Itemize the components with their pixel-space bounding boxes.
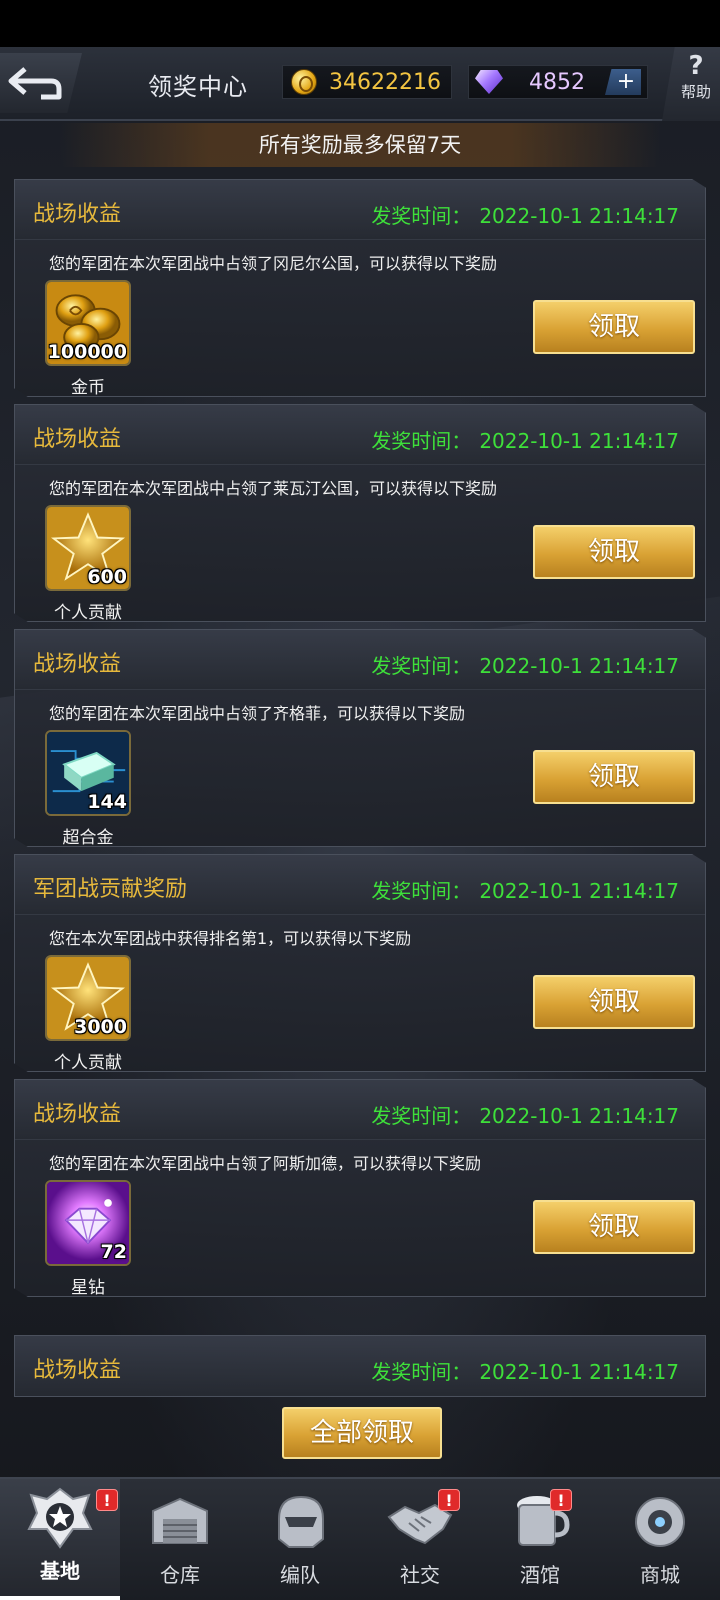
- nav-label: 编队: [280, 1563, 320, 1587]
- claim-button[interactable]: 领取: [533, 525, 695, 579]
- retention-notice: 所有奖励最多保留7天: [60, 123, 660, 167]
- reward-header: 战场收益 发奖时间： 2022-10-1 21:14:17: [15, 1080, 705, 1140]
- reward-item[interactable]: 3000: [45, 955, 131, 1041]
- time-label: 发奖时间：: [371, 879, 472, 903]
- time-value: 2022-10-1 21:14:17: [479, 429, 679, 453]
- question-icon: ?: [688, 51, 704, 81]
- reward-card: 战场收益 发奖时间： 2022-10-1 21:14:17 您的军团在本次军团战中占领…: [14, 404, 706, 622]
- base-emblem-icon: [27, 1487, 93, 1549]
- reward-time: 发奖时间： 2022-10-1 21:14:17: [371, 425, 679, 454]
- reward-item[interactable]: 72: [45, 1180, 131, 1266]
- reward-time: 发奖时间： 2022-10-1 21:14:17: [371, 650, 679, 679]
- reward-item[interactable]: 600: [45, 505, 131, 591]
- nav-label: 社交: [400, 1563, 440, 1587]
- reward-description: 您的军团在本次军团战中占领了齐格菲，可以获得以下奖励: [49, 704, 466, 723]
- help-label: 帮助: [680, 83, 711, 101]
- bottom-nav: ! 基地 仓库 编队 ! 社交 ! 酒馆 商城: [0, 1477, 720, 1600]
- formation-icon: [278, 1495, 324, 1548]
- alert-badge: !: [96, 1489, 118, 1511]
- reward-item[interactable]: 100000: [45, 280, 131, 366]
- nav-label: 酒馆: [520, 1563, 560, 1587]
- reward-title: 战场收益: [33, 427, 122, 452]
- reward-time: 发奖时间： 2022-10-1 21:14:17: [371, 200, 679, 229]
- time-label: 发奖时间：: [371, 1104, 472, 1128]
- gem-amount: 4852: [529, 69, 585, 95]
- nav-base[interactable]: ! 基地: [0, 1479, 120, 1600]
- claim-button[interactable]: 领取: [533, 1200, 695, 1254]
- item-count: 144: [87, 791, 127, 813]
- alert-badge: !: [438, 1489, 460, 1511]
- reward-card: 军团战贡献奖励 发奖时间： 2022-10-1 21:14:17 您在本次军团战中获得…: [14, 854, 706, 1072]
- item-name: 金币: [71, 378, 105, 398]
- reward-description: 您的军团在本次军团战中占领了冈尼尔公国，可以获得以下奖励: [49, 254, 498, 273]
- help-button[interactable]: ? 帮助: [662, 47, 720, 121]
- coin-amount: 34622216: [329, 69, 441, 95]
- time-value: 2022-10-1 21:14:17: [479, 654, 679, 678]
- claim-button[interactable]: 领取: [533, 300, 695, 354]
- nav-tavern[interactable]: ! 酒馆: [480, 1479, 600, 1600]
- reward-card: 战场收益 发奖时间： 2022-10-1 21:14:17 您的军团在本次军团战中占领…: [14, 629, 706, 847]
- reward-description: 您的军团在本次军团战中占领了阿斯加德，可以获得以下奖励: [49, 1154, 482, 1173]
- nav-label: 商城: [640, 1563, 680, 1587]
- nav-shop[interactable]: 商城: [600, 1479, 720, 1600]
- nav-warehouse[interactable]: 仓库: [120, 1479, 240, 1600]
- shop-icon: [635, 1497, 685, 1547]
- time-label: 发奖时间：: [371, 1360, 472, 1384]
- reward-title: 战场收益: [33, 1358, 122, 1383]
- reward-header: 军团战贡献奖励 发奖时间： 2022-10-1 21:14:17: [15, 855, 705, 915]
- page-title: 领奖中心: [148, 73, 248, 101]
- time-value: 2022-10-1 21:14:17: [479, 879, 679, 903]
- nav-formation[interactable]: 编队: [240, 1479, 360, 1600]
- item-name: 个人贡献: [54, 1053, 122, 1073]
- reward-time: 发奖时间： 2022-10-1 21:14:17: [371, 1356, 679, 1385]
- item-name: 星钻: [71, 1278, 105, 1298]
- gem-balance: 4852 +: [468, 65, 648, 99]
- time-label: 发奖时间：: [371, 204, 472, 228]
- claim-button[interactable]: 领取: [533, 975, 695, 1029]
- reward-card: 战场收益 发奖时间： 2022-10-1 21:14:17: [14, 1335, 706, 1397]
- warehouse-icon: [152, 1497, 208, 1544]
- back-arrow-icon: [8, 67, 62, 100]
- reward-time: 发奖时间： 2022-10-1 21:14:17: [371, 1100, 679, 1129]
- reward-title: 军团战贡献奖励: [33, 877, 188, 902]
- claim-button[interactable]: 领取: [533, 750, 695, 804]
- reward-time: 发奖时间： 2022-10-1 21:14:17: [371, 875, 679, 904]
- reward-header: 战场收益 发奖时间： 2022-10-1 21:14:17: [15, 180, 705, 240]
- reward-header: 战场收益 发奖时间： 2022-10-1 21:14:17: [15, 630, 705, 690]
- time-value: 2022-10-1 21:14:17: [479, 1360, 679, 1384]
- item-name: 个人贡献: [54, 603, 122, 623]
- item-count: 600: [87, 566, 127, 588]
- diamond-icon: [475, 70, 503, 94]
- nav-social[interactable]: ! 社交: [360, 1479, 480, 1600]
- time-value: 2022-10-1 21:14:17: [479, 204, 679, 228]
- nav-label: 仓库: [160, 1563, 200, 1587]
- add-gems-button[interactable]: +: [605, 69, 641, 95]
- reward-title: 战场收益: [33, 1102, 122, 1127]
- item-count: 72: [100, 1241, 127, 1263]
- alert-badge: !: [550, 1489, 572, 1511]
- item-count: 3000: [74, 1016, 127, 1038]
- coin-balance: 34622216: [282, 65, 452, 99]
- reward-title: 战场收益: [33, 202, 122, 227]
- item-name: 超合金: [62, 828, 114, 848]
- time-label: 发奖时间：: [371, 654, 472, 678]
- time-label: 发奖时间：: [371, 429, 472, 453]
- reward-center-screen: 领奖中心 34622216 4852 + ? 帮助 所有奖励最多保留7天 战场收…: [0, 47, 720, 1600]
- reward-card: 战场收益 发奖时间： 2022-10-1 21:14:17 您的军团在本次军团战中占领…: [14, 179, 706, 397]
- reward-description: 您在本次军团战中获得排名第1，可以获得以下奖励: [49, 929, 412, 948]
- reward-card: 战场收益 发奖时间： 2022-10-1 21:14:17 您的军团在本次军团战中占领…: [14, 1079, 706, 1297]
- reward-description: 您的军团在本次军团战中占领了莱瓦汀公国，可以获得以下奖励: [49, 479, 498, 498]
- reward-header: 战场收益 发奖时间： 2022-10-1 21:14:17: [15, 405, 705, 465]
- time-value: 2022-10-1 21:14:17: [479, 1104, 679, 1128]
- top-bar: 领奖中心 34622216 4852 + ? 帮助: [0, 47, 720, 121]
- nav-label: 基地: [40, 1559, 80, 1583]
- reward-item[interactable]: 144: [45, 730, 131, 816]
- back-button[interactable]: [0, 53, 82, 113]
- claim-all-button[interactable]: 全部领取: [282, 1407, 442, 1459]
- item-count: 100000: [47, 341, 127, 363]
- coin-icon: [291, 69, 317, 95]
- reward-title: 战场收益: [33, 652, 122, 677]
